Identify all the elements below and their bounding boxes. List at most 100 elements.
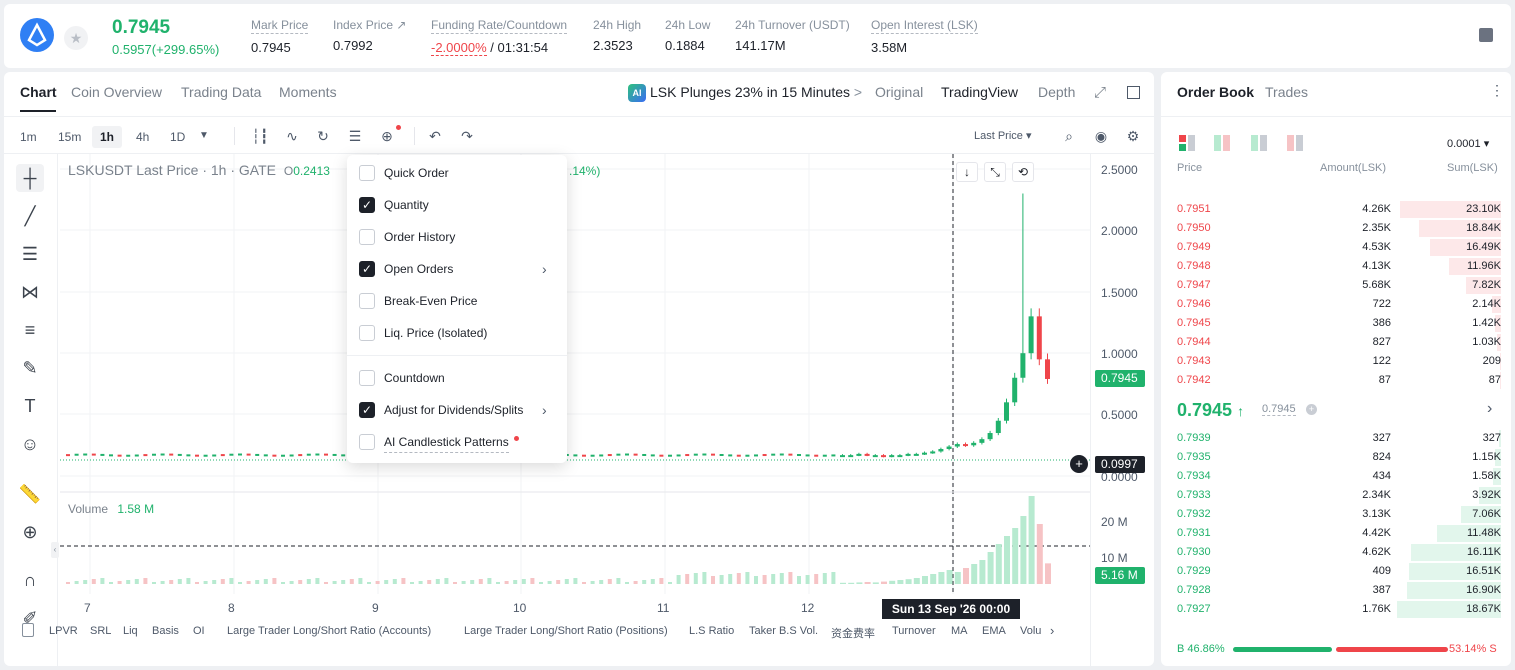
- camera-icon[interactable]: ◉: [1092, 127, 1110, 145]
- add-settings-icon[interactable]: ⊕: [378, 127, 396, 145]
- candle-type-icon[interactable]: ┆┇: [251, 127, 269, 145]
- indicator-panel-icon[interactable]: [22, 623, 34, 637]
- indicator-lt-positions[interactable]: Large Trader Long/Short Ratio (Positions…: [464, 625, 668, 637]
- precision-select[interactable]: 0.0001 ▾: [1447, 137, 1489, 150]
- ask-row[interactable]: 0.7947 5.68K 7.82K: [1161, 276, 1511, 295]
- tab-tradingview[interactable]: TradingView: [941, 84, 1018, 100]
- indicator-turnover[interactable]: Turnover: [892, 625, 936, 637]
- indicator-basis[interactable]: Basis: [152, 625, 179, 637]
- tab-original[interactable]: Original: [875, 84, 923, 100]
- indicators-icon[interactable]: ∿: [283, 127, 301, 145]
- chevron-right-icon[interactable]: ›: [1050, 623, 1054, 638]
- tab-trading-data[interactable]: Trading Data: [181, 84, 261, 100]
- fib-icon[interactable]: ≡: [16, 316, 44, 344]
- bid-row[interactable]: 0.7932 3.13K 7.06K: [1161, 505, 1511, 524]
- indicator-oi[interactable]: OI: [193, 625, 205, 637]
- ask-row[interactable]: 0.7945 386 1.42K: [1161, 314, 1511, 333]
- bid-row[interactable]: 0.7931 4.42K 11.48K: [1161, 524, 1511, 543]
- checkbox[interactable]: [359, 325, 375, 341]
- indicator-lpvr[interactable]: LPVR: [49, 625, 78, 637]
- view-split-icon[interactable]: [1214, 135, 1230, 151]
- add-alert-icon[interactable]: +: [1070, 455, 1088, 473]
- zoom-in-icon[interactable]: ⊕: [16, 518, 44, 546]
- checkbox[interactable]: [359, 165, 375, 181]
- collapse-arrows-icon[interactable]: ⤡: [984, 162, 1006, 182]
- checkbox[interactable]: ✓: [359, 261, 375, 277]
- bid-row[interactable]: 0.7928 387 16.90K: [1161, 581, 1511, 600]
- checkbox[interactable]: ✓: [359, 197, 375, 213]
- bid-row[interactable]: 0.7935 824 1.15K: [1161, 448, 1511, 467]
- tab-depth[interactable]: Depth: [1038, 84, 1075, 100]
- ask-row[interactable]: 0.7950 2.35K 18.84K: [1161, 219, 1511, 238]
- undo-icon[interactable]: ↶: [426, 127, 444, 145]
- tab-coin-overview[interactable]: Coin Overview: [71, 84, 162, 100]
- checkbox[interactable]: ✓: [359, 402, 375, 418]
- stat-index-price[interactable]: Index Price ↗ 0.7992: [333, 18, 406, 53]
- template-icon[interactable]: ☰: [346, 127, 364, 145]
- magnet-icon[interactable]: ∩: [16, 566, 44, 594]
- tab-chart[interactable]: Chart: [20, 84, 57, 100]
- indicator-liq[interactable]: Liq: [123, 625, 138, 637]
- ask-row[interactable]: 0.7951 4.26K 23.10K: [1161, 200, 1511, 219]
- indicator-taker-vol[interactable]: Taker B.S Vol.: [749, 625, 818, 637]
- more-icon[interactable]: ⋮: [1490, 82, 1504, 99]
- view-asks-icon[interactable]: [1287, 135, 1303, 151]
- indicator-funding[interactable]: 资金费率: [831, 625, 875, 641]
- crosshair-icon[interactable]: ┼: [16, 164, 44, 192]
- ask-row[interactable]: 0.7943 122 209: [1161, 352, 1511, 371]
- view-both-icon[interactable]: [1179, 135, 1195, 151]
- emoji-icon[interactable]: ☺: [16, 430, 44, 458]
- indicator-ma[interactable]: MA: [951, 625, 968, 637]
- ruler-icon[interactable]: 📏: [16, 480, 44, 508]
- brush-icon[interactable]: ✎: [16, 354, 44, 382]
- ask-row[interactable]: 0.7946 722 2.14K: [1161, 295, 1511, 314]
- arrow-down-icon[interactable]: ↓: [956, 162, 978, 182]
- gear-icon[interactable]: ⚙: [1124, 127, 1142, 145]
- checkbox[interactable]: [359, 434, 375, 450]
- news-headline[interactable]: LSK Plunges 23% in 15 Minutes >: [650, 84, 862, 100]
- indicator-srl[interactable]: SRL: [90, 625, 111, 637]
- text-icon[interactable]: T: [16, 392, 44, 420]
- timeframe-1d[interactable]: 1D: [162, 126, 193, 148]
- book-icon[interactable]: [1479, 28, 1493, 42]
- price-axis[interactable]: 2.5000 2.0000 1.5000 1.0000 0.5000 0.000…: [1090, 154, 1154, 666]
- window-icon[interactable]: [1127, 86, 1140, 99]
- ask-row[interactable]: 0.7949 4.53K 16.49K: [1161, 238, 1511, 257]
- refresh-icon[interactable]: ⟲: [1012, 162, 1034, 182]
- bid-row[interactable]: 0.7933 2.34K 3.92K: [1161, 486, 1511, 505]
- replay-icon[interactable]: ↻: [314, 127, 332, 145]
- chevron-down-icon[interactable]: ▼: [195, 127, 213, 145]
- bid-row[interactable]: 0.7939 327 327: [1161, 429, 1511, 448]
- timeframe-15m[interactable]: 15m: [50, 126, 89, 148]
- timeframe-1h[interactable]: 1h: [92, 126, 123, 148]
- candlestick-chart[interactable]: [60, 154, 1090, 594]
- timeframe-1m[interactable]: 1m: [12, 126, 45, 148]
- favorite-star-icon[interactable]: ★: [64, 26, 88, 50]
- checkbox[interactable]: [359, 229, 375, 245]
- trendline-icon[interactable]: ╱: [16, 202, 44, 230]
- tab-order-book[interactable]: Order Book: [1177, 84, 1254, 100]
- horizontal-lines-icon[interactable]: ☰: [16, 240, 44, 268]
- timeframe-4h[interactable]: 4h: [128, 126, 157, 148]
- bid-row[interactable]: 0.7934 434 1.58K: [1161, 467, 1511, 486]
- search-icon[interactable]: ⌕: [1060, 127, 1078, 145]
- tab-moments[interactable]: Moments: [279, 84, 337, 100]
- checkbox[interactable]: [359, 370, 375, 386]
- checkbox[interactable]: [359, 293, 375, 309]
- indicator-ls-ratio[interactable]: L.S Ratio: [689, 625, 734, 637]
- redo-icon[interactable]: ↷: [458, 127, 476, 145]
- price-type-select[interactable]: Last Price ▾: [974, 129, 1032, 142]
- ask-row[interactable]: 0.7942 87 87: [1161, 371, 1511, 390]
- indicator-lt-accounts[interactable]: Large Trader Long/Short Ratio (Accounts): [227, 625, 431, 637]
- indicator-volume[interactable]: Volu: [1020, 625, 1041, 637]
- ask-row[interactable]: 0.7948 4.13K 11.96K: [1161, 257, 1511, 276]
- tab-trades[interactable]: Trades: [1265, 84, 1308, 100]
- ask-row[interactable]: 0.7944 827 1.03K: [1161, 333, 1511, 352]
- indicator-ema[interactable]: EMA: [982, 625, 1006, 637]
- chevron-right-icon[interactable]: ›: [1487, 400, 1492, 418]
- expand-icon[interactable]: ⤢: [1094, 84, 1106, 101]
- bid-row[interactable]: 0.7930 4.62K 16.11K: [1161, 543, 1511, 562]
- pattern-icon[interactable]: ⋈: [16, 278, 44, 306]
- bid-row[interactable]: 0.7929 409 16.51K: [1161, 562, 1511, 581]
- view-bids-icon[interactable]: [1251, 135, 1267, 151]
